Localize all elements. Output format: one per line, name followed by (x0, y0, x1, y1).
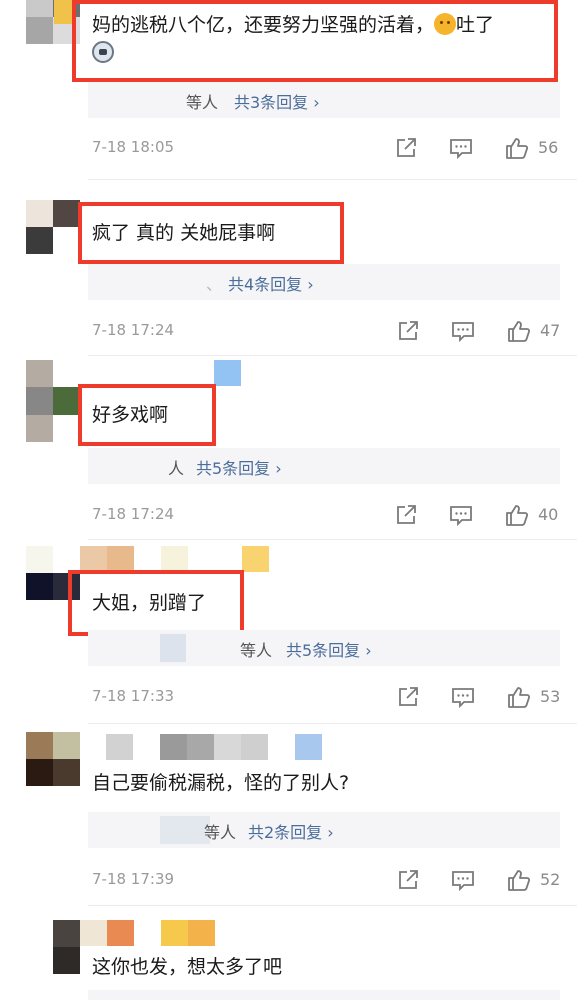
highlight-box (78, 384, 216, 446)
reply-users: 等人 (240, 641, 273, 660)
comment-icon[interactable] (448, 502, 474, 528)
reply-users: 人 (168, 459, 185, 478)
avatar[interactable] (26, 360, 80, 442)
comment-text: 这你也发，想太多了吧 (92, 956, 283, 978)
highlight-box (78, 202, 344, 264)
username-blurred[interactable] (214, 360, 241, 386)
reply-summary[interactable]: 人 共5条回复 › (88, 448, 560, 484)
share-icon[interactable] (395, 684, 421, 710)
comment-text: 自己要偷税漏税，怪的了别人? (92, 772, 350, 794)
reply-summary[interactable]: 等人 共2条回复 › (88, 812, 560, 848)
reply-summary[interactable] (88, 990, 560, 1000)
avatar[interactable] (26, 732, 80, 786)
timestamp: 7-18 17:24 (92, 321, 175, 339)
avatar-blurred (160, 634, 186, 662)
comment-item: 自己要偷税漏税，怪的了别人? 等人 共2条回复 › 7-18 17:39 52 (0, 724, 577, 906)
like-count: 56 (538, 138, 559, 157)
reply-users: 、 (206, 275, 223, 294)
thumb-up-icon[interactable] (506, 684, 532, 710)
reply-users: 等人 (204, 823, 237, 842)
comment-item: 好多戏啊 人 共5条回复 › 7-18 17:24 40 (0, 356, 577, 540)
thumb-up-icon[interactable] (506, 318, 532, 344)
share-icon[interactable] (393, 502, 419, 528)
reply-summary[interactable]: 、 共4条回复 › (88, 264, 560, 300)
username-blurred[interactable] (80, 546, 269, 572)
avatar-blurred (160, 816, 210, 844)
like-count: 53 (540, 687, 561, 706)
like-count: 40 (538, 505, 559, 524)
timestamp: 7-18 18:05 (92, 138, 175, 156)
reply-users: 等人 (186, 93, 219, 112)
comment-item: 大姐，别蹭了 等人 共5条回复 › 7-18 17:33 53 (0, 540, 577, 724)
avatar[interactable] (26, 920, 80, 974)
reply-count-link[interactable]: 共5条回复 › (196, 455, 282, 479)
like-count: 47 (540, 321, 561, 340)
thumb-up-icon[interactable] (504, 135, 530, 161)
comment-icon[interactable] (450, 867, 476, 893)
comment-icon[interactable] (450, 684, 476, 710)
share-icon[interactable] (395, 867, 421, 893)
thumb-up-icon[interactable] (506, 867, 532, 893)
share-icon[interactable] (393, 135, 419, 161)
comment-icon[interactable] (450, 318, 476, 344)
highlight-box (72, 0, 558, 82)
thumb-up-icon[interactable] (504, 502, 530, 528)
avatar[interactable] (26, 200, 80, 254)
comment-icon[interactable] (448, 135, 474, 161)
timestamp: 7-18 17:24 (92, 505, 175, 523)
reply-count-link[interactable]: 共5条回复 › (286, 637, 372, 661)
highlight-box (68, 570, 244, 636)
timestamp: 7-18 17:39 (92, 870, 175, 888)
username-blurred[interactable] (54, 0, 74, 24)
comment-item: 疯了 真的 关她屁事啊 、 共4条回复 › 7-18 17:24 47 (0, 180, 577, 356)
username-blurred[interactable] (80, 920, 215, 946)
comment-item: 妈的逃税八个亿，还要努力坚强的活着， 吐了 等人 共3条回复 › 7-18 18:… (0, 0, 577, 180)
username-blurred[interactable] (106, 734, 322, 760)
reply-count-link[interactable]: 共3条回复 › (234, 89, 320, 113)
timestamp: 7-18 17:33 (92, 687, 175, 705)
reply-summary[interactable]: 等人 共5条回复 › (88, 630, 560, 666)
like-count: 52 (540, 870, 561, 889)
reply-count-link[interactable]: 共2条回复 › (248, 819, 334, 843)
comment-item: 这你也发，想太多了吧 (0, 906, 577, 1000)
reply-summary[interactable]: 等人 共3条回复 › (88, 82, 560, 118)
share-icon[interactable] (395, 318, 421, 344)
reply-count-link[interactable]: 共4条回复 › (228, 271, 314, 295)
